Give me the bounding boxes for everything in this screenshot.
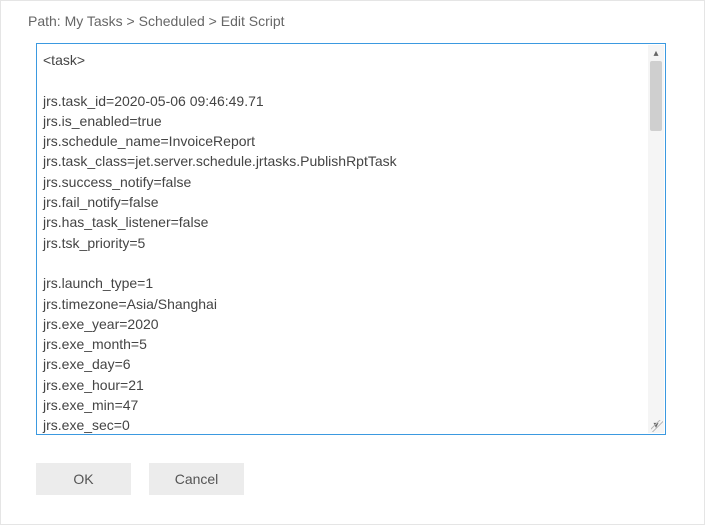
script-editor[interactable] <box>36 43 666 435</box>
edit-script-dialog: Path: My Tasks > Scheduled > Edit Script… <box>0 0 705 525</box>
scroll-track[interactable] <box>648 61 664 417</box>
vertical-scrollbar[interactable]: ▴ ▾ <box>648 45 664 433</box>
dialog-buttons: OK Cancel <box>36 463 669 495</box>
ok-button[interactable]: OK <box>36 463 131 495</box>
cancel-button[interactable]: Cancel <box>149 463 244 495</box>
scroll-up-icon[interactable]: ▴ <box>648 45 664 61</box>
breadcrumb: Path: My Tasks > Scheduled > Edit Script <box>28 13 669 29</box>
resize-handle[interactable] <box>651 420 663 432</box>
scroll-thumb[interactable] <box>650 61 662 131</box>
script-editor-container: ▴ ▾ <box>36 43 666 435</box>
